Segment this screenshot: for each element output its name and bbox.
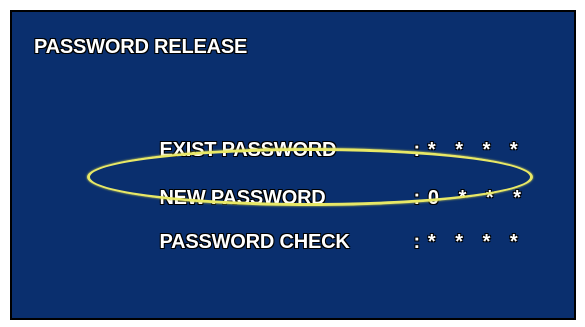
highlight-ellipse [87,148,533,206]
screen-title: PASSWORD RELEASE [34,36,248,58]
password-check-separator: : [413,231,420,253]
password-check-row[interactable]: PASSWORD CHECK: * * * * [138,208,525,277]
password-release-screen: PASSWORD RELEASE EXIST PASSWORD: * * * * … [10,10,576,320]
password-check-field[interactable]: * * * * [428,231,525,254]
password-check-label: PASSWORD CHECK [159,231,350,253]
